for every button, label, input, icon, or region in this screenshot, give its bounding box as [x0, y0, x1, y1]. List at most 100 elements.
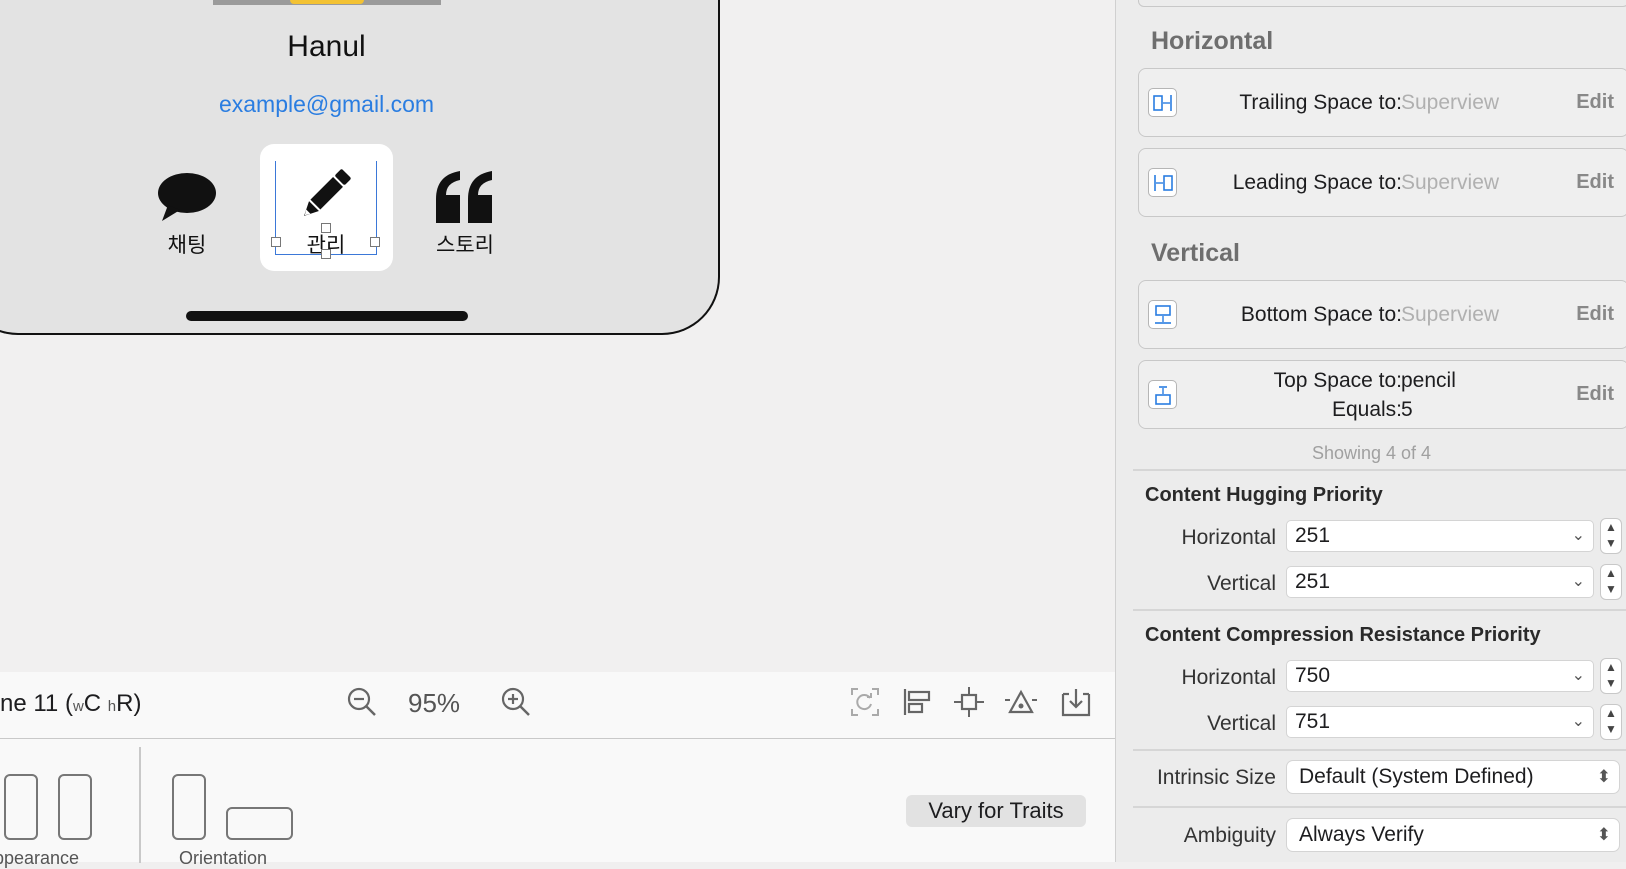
- landscape-phone-icon[interactable]: [226, 807, 293, 840]
- intrinsic-size-popup[interactable]: Default (System Defined) ⬍: [1286, 760, 1620, 794]
- constraint-bottom[interactable]: Bottom Space to: Superview Edit: [1138, 280, 1626, 349]
- width-class-prefix: w: [72, 698, 84, 715]
- horizontal-section-title: Horizontal: [1151, 27, 1274, 55]
- constraint-leading[interactable]: Leading Space to: Superview Edit: [1138, 148, 1626, 217]
- field-value: 750: [1295, 664, 1331, 687]
- stepper[interactable]: ▲ ▼: [1600, 564, 1622, 600]
- storyboard-canvas[interactable]: Hanul example@gmail.com 채팅 관리 스토리: [0, 0, 1115, 672]
- orientation-label: Orientation: [179, 848, 268, 868]
- constraint-top[interactable]: Top Space to: pencil Equals: 5 Edit: [1138, 360, 1626, 429]
- chevron-down-icon: ⌄: [1571, 573, 1585, 590]
- resize-handle-bottom[interactable]: [321, 249, 331, 259]
- ambiguity-popup[interactable]: Always Verify ⬍: [1286, 818, 1620, 852]
- embed-in-icon[interactable]: [1058, 684, 1094, 720]
- profile-image: [290, 0, 364, 4]
- stepper[interactable]: ▲ ▼: [1600, 518, 1622, 554]
- speech-bubble-icon: [158, 173, 216, 221]
- add-constraints-icon[interactable]: [951, 684, 987, 720]
- divider: [1133, 749, 1626, 751]
- field-value: 251: [1295, 524, 1331, 547]
- hugging-horizontal-label: Horizontal: [1181, 526, 1276, 549]
- hugging-vertical-label: Vertical: [1207, 572, 1276, 595]
- constraint-key: Leading Space to:: [1232, 171, 1402, 194]
- constraint-key: Trailing Space to:: [1239, 91, 1402, 114]
- resolve-issues-icon[interactable]: [1003, 684, 1039, 720]
- compression-vertical-field[interactable]: 751 ⌄: [1286, 706, 1594, 738]
- zoom-in-icon[interactable]: [498, 684, 534, 720]
- chat-label: 채팅: [167, 234, 207, 257]
- constraint-key: Top Space to:: [1273, 369, 1402, 392]
- top-constraint-icon: [1148, 380, 1177, 409]
- edit-button[interactable]: Edit: [1576, 383, 1614, 406]
- stepper[interactable]: ▲ ▼: [1600, 704, 1622, 740]
- align-icon[interactable]: [899, 684, 935, 720]
- divider: [1133, 609, 1626, 611]
- constraint-value: pencil: [1401, 369, 1456, 392]
- constraint-key: Bottom Space to:: [1240, 303, 1402, 326]
- popup-value: Default (System Defined): [1299, 765, 1534, 788]
- constraint-trailing[interactable]: Trailing Space to: Superview Edit: [1138, 68, 1626, 137]
- stepper[interactable]: ▲ ▼: [1600, 658, 1622, 694]
- portrait-phone-icon[interactable]: [172, 774, 206, 840]
- story-label: 스토리: [436, 234, 494, 257]
- divider: [1133, 469, 1626, 471]
- trailing-constraint-icon: [1148, 88, 1177, 117]
- vary-for-traits-button[interactable]: Vary for Traits: [906, 795, 1086, 827]
- edit-button[interactable]: Edit: [1576, 171, 1614, 194]
- constraint-value: Superview: [1401, 171, 1500, 194]
- intrinsic-size-label: Intrinsic Size: [1156, 766, 1276, 789]
- update-frames-icon[interactable]: [847, 684, 883, 720]
- chat-action[interactable]: 채팅: [142, 155, 232, 259]
- constraints-count: Showing 4 of 4: [1311, 443, 1432, 463]
- height-class: R): [116, 690, 142, 717]
- zoom-out-icon[interactable]: [344, 684, 380, 720]
- chevron-down-icon: ⌄: [1571, 667, 1585, 684]
- resize-handle-left[interactable]: [271, 237, 281, 247]
- device-configuration-button[interactable]: ne 11 (wC hR): [0, 690, 141, 718]
- bottom-constraint-icon: [1148, 300, 1177, 329]
- constraint-value: Superview: [1401, 303, 1500, 326]
- vertical-section-title: Vertical: [1151, 239, 1240, 267]
- constraint-constant-value: 5: [1401, 398, 1413, 421]
- zoom-level[interactable]: 95%: [408, 688, 460, 719]
- story-action[interactable]: 스토리: [420, 155, 510, 259]
- appearance-dark-phone-icon[interactable]: [58, 774, 92, 840]
- traits-bar: ppearance Orientation Vary for Traits: [0, 739, 1115, 868]
- appearance-light-phone-icon[interactable]: [4, 774, 38, 840]
- quote-icon: [436, 171, 492, 223]
- chevron-down-icon: ⌄: [1571, 713, 1585, 730]
- canvas-bottom-toolbar: ne 11 (wC hR) 95%: [0, 672, 1115, 739]
- profile-name-label[interactable]: Hanul: [220, 30, 433, 64]
- leading-constraint-icon: [1148, 168, 1177, 197]
- up-down-chevron-icon: ⬍: [1596, 767, 1611, 786]
- home-indicator: [186, 311, 468, 321]
- size-inspector: Horizontal Trailing Space to: Superview …: [1115, 0, 1626, 862]
- edit-button[interactable]: Edit: [1576, 303, 1614, 326]
- resize-handle-top[interactable]: [321, 223, 331, 233]
- previous-constraint-box: [1138, 0, 1626, 7]
- edit-button[interactable]: Edit: [1576, 91, 1614, 114]
- field-value: 251: [1295, 570, 1331, 593]
- hugging-vertical-field[interactable]: 251 ⌄: [1286, 566, 1594, 598]
- selection-bounds[interactable]: [275, 161, 377, 255]
- profile-email-label[interactable]: example@gmail.com: [180, 91, 473, 118]
- popup-value: Always Verify: [1299, 823, 1424, 846]
- compression-priority-title: Content Compression Resistance Priority: [1145, 624, 1541, 646]
- hugging-priority-title: Content Hugging Priority: [1145, 484, 1383, 506]
- divider: [139, 747, 141, 863]
- chevron-down-icon: ⌄: [1571, 527, 1585, 544]
- constraint-constant-key: Equals:: [1331, 398, 1402, 421]
- compression-horizontal-label: Horizontal: [1181, 666, 1276, 689]
- up-down-chevron-icon: ⬍: [1596, 825, 1611, 844]
- height-class-prefix: h: [107, 698, 117, 715]
- field-value: 751: [1295, 710, 1331, 733]
- resize-handle-right[interactable]: [370, 237, 380, 247]
- appearance-label: ppearance: [0, 848, 80, 868]
- compression-horizontal-field[interactable]: 750 ⌄: [1286, 660, 1594, 692]
- constraint-value: Superview: [1401, 91, 1500, 114]
- width-class: C: [83, 690, 102, 717]
- device-name: ne 11 (: [0, 690, 73, 717]
- ambiguity-label: Ambiguity: [1183, 824, 1276, 847]
- divider: [1133, 806, 1626, 808]
- hugging-horizontal-field[interactable]: 251 ⌄: [1286, 520, 1594, 552]
